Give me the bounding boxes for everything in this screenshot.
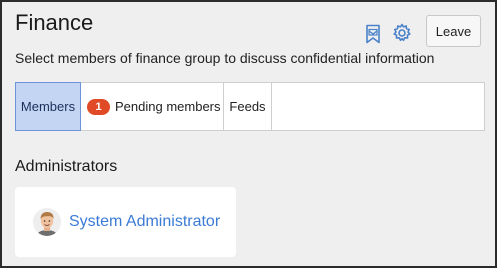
tab-members-label: Members	[20, 99, 76, 114]
member-name-link[interactable]: System Administrator	[69, 213, 227, 231]
administrators-heading: Administrators	[15, 158, 118, 175]
tab-feeds-label: Feeds	[229, 99, 266, 114]
tab-pending-members[interactable]: 1 Pending members	[81, 83, 224, 130]
leave-button[interactable]: Leave	[426, 15, 481, 47]
tab-bar: Members 1 Pending members Feeds	[15, 82, 485, 131]
mail-inbox-icon[interactable]	[363, 23, 383, 45]
tab-members[interactable]: Members	[15, 82, 81, 131]
user-avatar-icon	[33, 208, 61, 236]
pending-count-badge: 1	[87, 98, 110, 115]
tab-feeds[interactable]: Feeds	[224, 83, 272, 130]
group-title: Finance	[15, 10, 94, 35]
group-description: Select members of finance group to discu…	[15, 50, 435, 66]
tab-pending-members-label: Pending members	[115, 99, 221, 114]
group-panel: Finance Leave Select members of finance …	[0, 0, 497, 268]
member-card[interactable]: System Administrator	[15, 187, 236, 257]
gear-icon[interactable]	[392, 22, 412, 44]
